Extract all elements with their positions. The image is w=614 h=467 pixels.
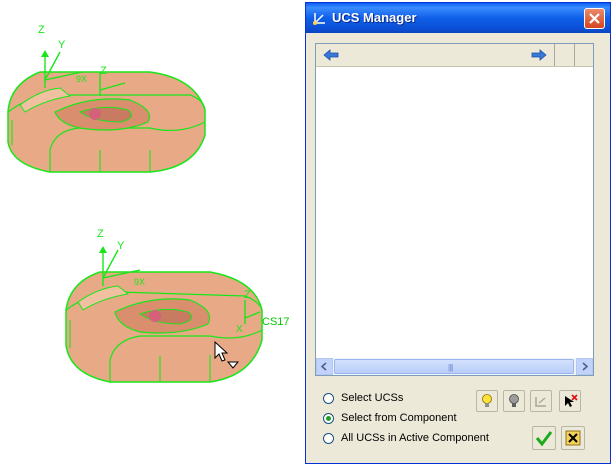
model-scene: Z Y 9X Z Z Y 9X Z X bbox=[7, 24, 263, 383]
ucs-name-label[interactable]: CS17 bbox=[262, 316, 290, 328]
close-button[interactable] bbox=[584, 8, 605, 29]
svg-text:Z: Z bbox=[97, 228, 104, 240]
dialog-title: UCS Manager bbox=[332, 10, 417, 25]
delete-ucs-button[interactable] bbox=[559, 390, 581, 412]
scroll-right-button[interactable] bbox=[576, 358, 593, 375]
ucs-align-icon bbox=[535, 397, 546, 407]
svg-text:9X: 9X bbox=[134, 277, 145, 287]
left-arrow-icon bbox=[323, 49, 339, 61]
model-top: Z Y 9X Z bbox=[7, 24, 206, 173]
svg-text:X: X bbox=[236, 324, 243, 335]
radio-label: All UCSs in Active Component bbox=[341, 432, 489, 444]
list-header bbox=[316, 44, 593, 67]
delete-pick-icon bbox=[565, 394, 578, 407]
right-arrow-icon bbox=[531, 49, 547, 61]
bulb-on-icon bbox=[482, 394, 492, 407]
checkmark-icon bbox=[535, 431, 553, 447]
svg-text:9X: 9X bbox=[76, 74, 87, 84]
ucs-list[interactable]: |||| bbox=[315, 43, 594, 376]
header-divider bbox=[554, 44, 555, 66]
back-button[interactable] bbox=[322, 46, 340, 64]
forward-button[interactable] bbox=[530, 46, 548, 64]
svg-text:Z: Z bbox=[244, 289, 251, 301]
ucs-manager-dialog: UCS Manager |||| Select UCSs Select from… bbox=[305, 2, 611, 464]
ucs-axes-icon bbox=[312, 10, 328, 26]
chevron-right-icon bbox=[582, 362, 589, 371]
scroll-left-button[interactable] bbox=[316, 358, 333, 375]
cancel-x-icon bbox=[565, 430, 581, 446]
svg-text:Z: Z bbox=[100, 65, 107, 77]
bulb-off-icon bbox=[509, 394, 519, 407]
cad-viewport[interactable]: Z Y 9X Z Z Y 9X Z X CS17 bbox=[0, 0, 305, 467]
dialog-titlebar[interactable]: UCS Manager bbox=[306, 3, 610, 33]
scroll-thumb[interactable]: |||| bbox=[334, 359, 574, 374]
radio-button[interactable] bbox=[323, 393, 334, 404]
close-icon bbox=[589, 13, 600, 24]
svg-text:Y: Y bbox=[58, 39, 66, 51]
header-divider bbox=[574, 44, 575, 66]
radio-button[interactable] bbox=[323, 413, 334, 424]
svg-text:Y: Y bbox=[117, 240, 125, 252]
grip-icon: |||| bbox=[448, 363, 453, 372]
radio-label: Select from Component bbox=[341, 412, 457, 424]
ok-button[interactable] bbox=[532, 426, 556, 450]
show-ucs-button[interactable] bbox=[476, 390, 498, 412]
horizontal-scrollbar[interactable]: |||| bbox=[316, 358, 593, 375]
radio-button[interactable] bbox=[323, 433, 334, 444]
hide-ucs-button[interactable] bbox=[503, 390, 525, 412]
svg-text:Z: Z bbox=[38, 24, 45, 36]
model-bottom: Z Y 9X Z X bbox=[65, 228, 263, 383]
radio-label: Select UCSs bbox=[341, 392, 404, 404]
align-ucs-button[interactable] bbox=[530, 390, 552, 412]
chevron-left-icon bbox=[320, 362, 327, 371]
cancel-button[interactable] bbox=[561, 426, 585, 450]
